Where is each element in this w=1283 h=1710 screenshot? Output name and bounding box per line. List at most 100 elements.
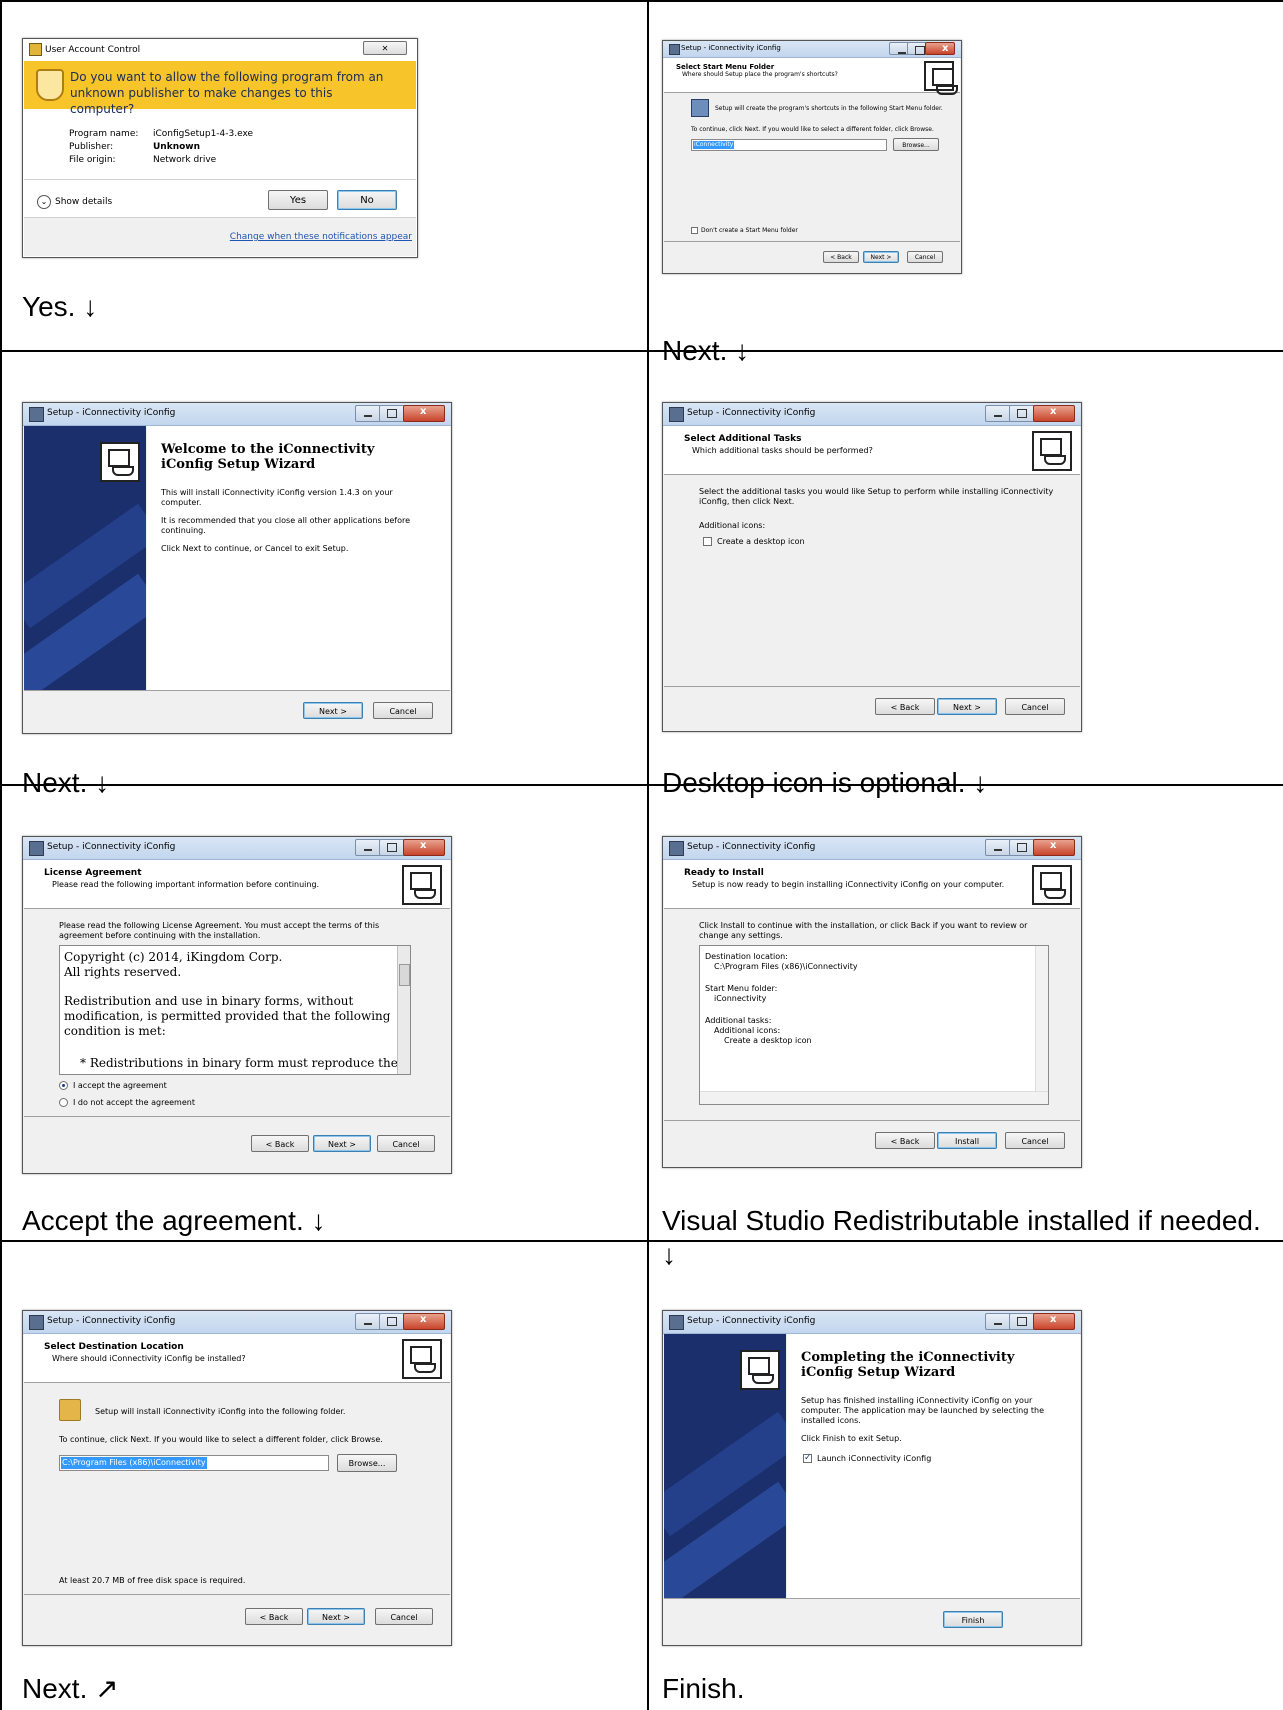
minimize-button[interactable]	[985, 1313, 1011, 1330]
yes-button[interactable]: Yes	[268, 190, 328, 210]
accept-radio[interactable]	[59, 1081, 68, 1090]
titlebar: Setup - iConnectivity iConfig	[663, 41, 961, 58]
wizard-sidebar-image	[664, 1334, 786, 1598]
caption-1: Yes. ↓	[22, 291, 98, 322]
setup-window-destination: Setup - iConnectivity iConfig Select Des…	[22, 1310, 452, 1646]
back-button[interactable]: < Back	[875, 698, 935, 715]
back-button[interactable]: < Back	[245, 1608, 303, 1625]
close-button[interactable]	[1033, 405, 1075, 422]
settings-summary-box[interactable]: Destination location: C:\Program Files (…	[699, 945, 1049, 1105]
show-details-link[interactable]: Show details	[55, 197, 112, 207]
back-button[interactable]: < Back	[875, 1132, 935, 1149]
disk-space-text: At least 20.7 MB of free disk space is r…	[59, 1576, 246, 1585]
info-text: Setup will create the program's shortcut…	[715, 105, 943, 112]
footer-divider	[24, 690, 450, 691]
ready-instructions: Click Install to continue with the insta…	[699, 921, 1028, 940]
origin-label: File origin:	[69, 155, 116, 165]
titlebar: Setup - iConnectivity iConfig	[663, 1311, 1081, 1334]
dont-create-checkbox[interactable]	[691, 227, 698, 234]
decline-radio[interactable]	[59, 1098, 68, 1107]
next-button[interactable]: Next >	[863, 251, 899, 263]
column-divider	[647, 0, 649, 1710]
window-controls	[889, 42, 955, 58]
change-notifications-link[interactable]: Change when these notifications appear	[230, 232, 412, 242]
minimize-button[interactable]	[355, 839, 381, 856]
next-button[interactable]: Next >	[307, 1608, 365, 1625]
maximize-button[interactable]	[1009, 405, 1035, 422]
origin-value: Network drive	[153, 155, 217, 165]
scrollbar-thumb[interactable]	[399, 964, 410, 986]
completing-title: Completing the iConnectivity iConfig Set…	[801, 1350, 1015, 1380]
setup-window-completing: Setup - iConnectivity iConfig Completing…	[662, 1310, 1082, 1646]
next-button[interactable]: Next >	[303, 702, 363, 719]
cancel-button[interactable]: Cancel	[1005, 698, 1065, 715]
maximize-button[interactable]	[907, 42, 927, 55]
minimize-button[interactable]	[355, 1313, 381, 1330]
maximize-button[interactable]	[1009, 839, 1035, 856]
setup-icon	[29, 841, 44, 856]
maximize-button[interactable]	[379, 1313, 405, 1330]
minimize-button[interactable]	[985, 405, 1011, 422]
start-menu-label: Start Menu folder:	[705, 984, 778, 993]
license-instructions: Please read the following License Agreem…	[59, 921, 380, 940]
row-divider	[0, 350, 1283, 352]
completing-p1: Setup has finished installing iConnectiv…	[801, 1396, 1044, 1425]
close-button[interactable]	[1033, 839, 1075, 856]
folder-input[interactable]: iConnectivity	[691, 139, 887, 151]
page-title: License Agreement	[44, 868, 142, 878]
wizard-header: Select Additional Tasks Which additional…	[664, 426, 1080, 475]
wizard-header: Select Destination Location Where should…	[24, 1334, 450, 1383]
welcome-title: Welcome to the iConnectivity iConfig Set…	[161, 442, 375, 472]
wizard-content: Welcome to the iConnectivity iConfig Set…	[147, 426, 450, 690]
vertical-scrollbar[interactable]	[1035, 946, 1048, 1091]
folder-icon	[59, 1399, 81, 1421]
maximize-button[interactable]	[379, 405, 405, 422]
license-line: modification, is permitted provided that…	[64, 1009, 391, 1023]
no-button[interactable]: No	[337, 190, 397, 210]
welcome-p2: It is recommended that you close all oth…	[161, 516, 411, 535]
program-value: iConfigSetup1-4-3.exe	[153, 129, 254, 139]
close-button[interactable]	[1033, 1313, 1075, 1330]
browse-button[interactable]: Browse...	[893, 138, 939, 151]
dont-create-label: Don't create a Start Menu folder	[701, 227, 798, 234]
titlebar: Setup - iConnectivity iConfig	[663, 837, 1081, 860]
license-text-box[interactable]: Copyright (c) 2014, iKingdom Corp. All r…	[59, 945, 411, 1075]
instruction-text: To continue, click Next. If you would li…	[691, 126, 934, 133]
minimize-button[interactable]	[355, 405, 381, 422]
browse-button[interactable]: Browse...	[337, 1454, 397, 1472]
maximize-button[interactable]	[1009, 1313, 1035, 1330]
close-button[interactable]: ✕	[363, 41, 407, 55]
window-title: Setup - iConnectivity iConfig	[47, 408, 176, 418]
window-controls	[355, 1313, 445, 1330]
close-button[interactable]	[925, 42, 955, 55]
finish-button[interactable]: Finish	[943, 1611, 1003, 1628]
close-button[interactable]	[403, 1313, 445, 1330]
back-button[interactable]: < Back	[823, 251, 859, 263]
desktop-icon-checkbox[interactable]	[703, 537, 712, 546]
setup-icon	[669, 44, 680, 55]
cancel-button[interactable]: Cancel	[1005, 1132, 1065, 1149]
close-button[interactable]	[403, 405, 445, 422]
next-button[interactable]: Next >	[937, 698, 997, 715]
minimize-button[interactable]	[985, 839, 1011, 856]
installer-logo-icon	[1032, 865, 1072, 905]
scrollbar[interactable]	[397, 946, 410, 1074]
back-button[interactable]: < Back	[251, 1135, 309, 1152]
destination-path-input[interactable]: C:\Program Files (x86)\iConnectivity	[59, 1455, 329, 1471]
horizontal-scrollbar[interactable]	[700, 1091, 1048, 1104]
wizard-header: Ready to Install Setup is now ready to b…	[664, 860, 1080, 909]
next-button[interactable]: Next >	[313, 1135, 371, 1152]
maximize-button[interactable]	[379, 839, 405, 856]
wizard-header: License Agreement Please read the follow…	[24, 860, 450, 909]
installer-logo-icon	[1032, 431, 1072, 471]
install-button[interactable]: Install	[937, 1132, 997, 1149]
chevron-down-icon[interactable]: ⌄	[37, 195, 51, 209]
close-button[interactable]	[403, 839, 445, 856]
cancel-button[interactable]: Cancel	[375, 1608, 433, 1625]
minimize-button[interactable]	[889, 42, 909, 55]
cancel-button[interactable]: Cancel	[907, 251, 943, 263]
launch-checkbox[interactable]	[803, 1453, 812, 1463]
table-left-border	[0, 0, 2, 1710]
cancel-button[interactable]: Cancel	[377, 1135, 435, 1152]
cancel-button[interactable]: Cancel	[373, 702, 433, 719]
